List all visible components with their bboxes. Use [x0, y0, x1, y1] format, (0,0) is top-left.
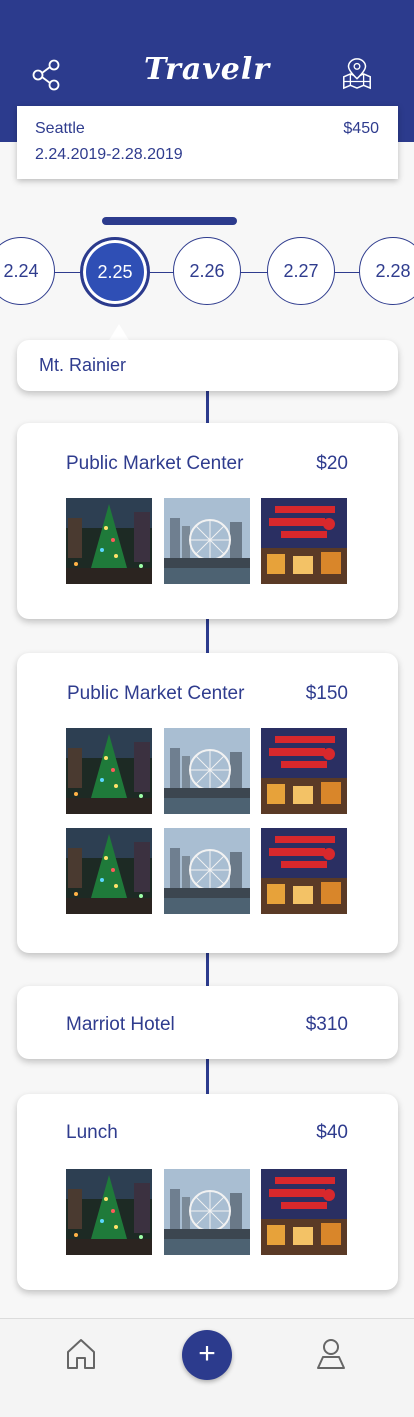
activity-card[interactable]: Public Market Center $20: [17, 423, 398, 619]
ferris-wheel-photo[interactable]: [164, 1169, 250, 1255]
drag-handle[interactable]: [102, 217, 237, 225]
public-market-sign-photo[interactable]: [261, 1169, 347, 1255]
christmas-tree-photo[interactable]: [66, 728, 152, 814]
activity-price: $40: [316, 1122, 348, 1143]
location-name: Mt. Rainier: [39, 355, 127, 375]
date-chip-2-26[interactable]: 2.26: [173, 237, 241, 305]
public-market-sign-photo[interactable]: [261, 828, 347, 914]
activity-price: $310: [305, 1014, 348, 1035]
date-chip-2-25[interactable]: 2.25: [80, 237, 150, 307]
public-market-sign-photo[interactable]: [261, 498, 347, 584]
ferris-wheel-photo[interactable]: [164, 728, 250, 814]
public-market-sign-photo[interactable]: [261, 728, 347, 814]
location-card[interactable]: Mt. Rainier: [17, 340, 398, 391]
activity-card[interactable]: Marriot Hotel $310: [17, 986, 398, 1059]
trip-price: $450: [343, 120, 379, 137]
profile-icon[interactable]: [314, 1337, 348, 1371]
trip-dates: 2.24.2019-2.28.2019: [35, 146, 183, 163]
home-icon[interactable]: [64, 1337, 98, 1371]
trip-city: Seattle: [35, 120, 85, 137]
christmas-tree-photo[interactable]: [66, 1169, 152, 1255]
date-chip-2-24[interactable]: 2.24: [0, 237, 55, 305]
activity-title: Marriot Hotel: [66, 1014, 175, 1035]
date-chip-2-27[interactable]: 2.27: [267, 237, 335, 305]
christmas-tree-photo[interactable]: [66, 498, 152, 584]
ferris-wheel-photo[interactable]: [164, 498, 250, 584]
ferris-wheel-photo[interactable]: [164, 828, 250, 914]
map-pin-icon[interactable]: [340, 56, 374, 90]
activity-title: Lunch: [66, 1122, 118, 1143]
activity-price: $150: [305, 683, 348, 704]
trip-summary-card[interactable]: Seattle 2.24.2019-2.28.2019 $450: [17, 106, 398, 179]
activity-price: $20: [316, 453, 348, 474]
activity-title: Public Market Center: [66, 453, 244, 474]
christmas-tree-photo[interactable]: [66, 828, 152, 914]
activity-title: Public Market Center: [67, 683, 245, 704]
activity-card[interactable]: Public Market Center $150: [17, 653, 398, 953]
date-chip-2-28[interactable]: 2.28: [359, 237, 414, 305]
activity-card[interactable]: Lunch $40: [17, 1094, 398, 1290]
add-button[interactable]: +: [182, 1330, 232, 1380]
